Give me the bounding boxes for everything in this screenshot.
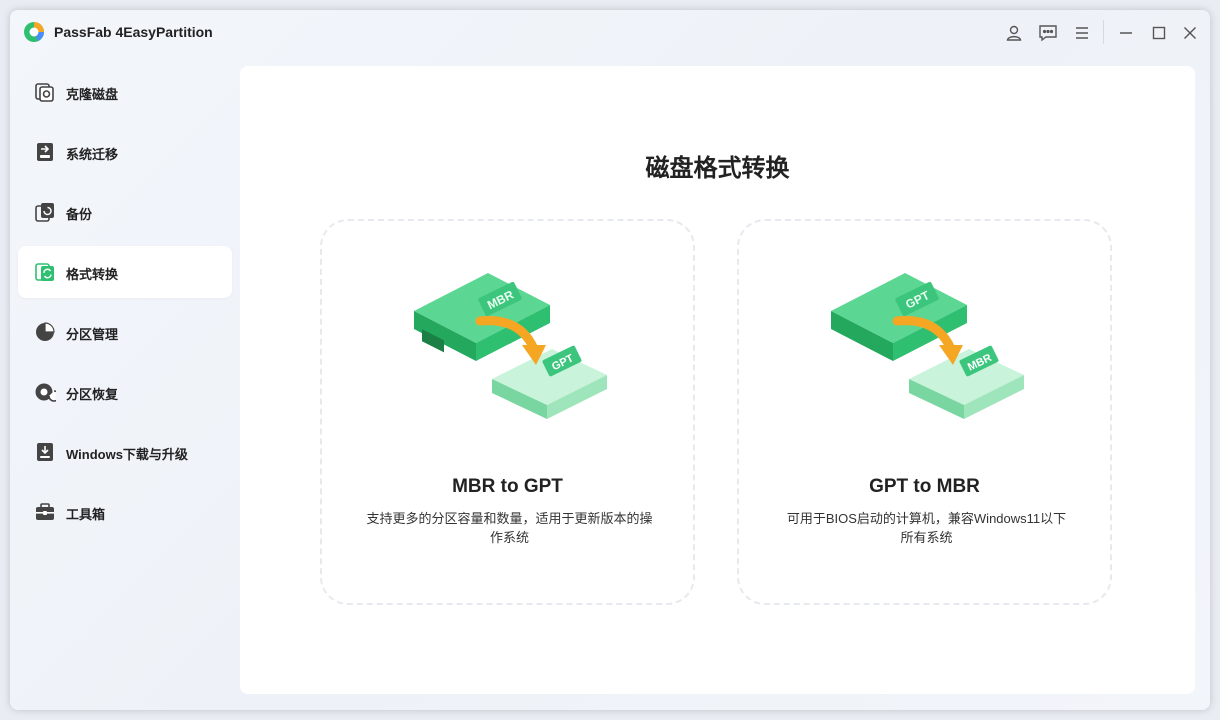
system-migration-icon [37, 143, 53, 161]
main-panel: 磁盘格式转换 MBR GPT MBR to GPT 支持更多的分区容量和数量，适… [240, 66, 1195, 694]
clone-disk-icon [35, 83, 54, 102]
sidebar-item-partition-recovery[interactable]: 分区恢复 [18, 366, 232, 418]
card-title: MBR to GPT [452, 476, 563, 497]
sidebar-item-system-migration[interactable]: 系统迁移 [18, 126, 232, 178]
card-description-line: 作系统 [489, 530, 529, 545]
toolbox-icon [36, 503, 54, 520]
sidebar-item-clone-disk[interactable]: 克隆磁盘 [18, 66, 232, 118]
sidebar-item-label: 工具箱 [66, 507, 106, 522]
app-logo-icon [24, 22, 44, 42]
sidebar-item-label: 格式转换 [66, 267, 119, 282]
card-description-line: 可用于BIOS启动的计算机，兼容Windows11以下 [786, 511, 1067, 526]
sidebar-item-windows-download[interactable]: Windows下载与升级 [18, 426, 232, 478]
title-bar: PassFab 4EasyPartition [10, 10, 1210, 56]
sidebar-item-label: Windows下载与升级 [66, 447, 188, 462]
card-description-line: 支持更多的分区容量和数量，适用于更新版本的操 [366, 511, 653, 526]
mbr-to-gpt-illustration: MBR GPT [414, 273, 607, 419]
app-title: PassFab 4EasyPartition [54, 24, 213, 40]
menu-icon[interactable] [1070, 21, 1094, 45]
mbr-to-gpt-card[interactable]: MBR GPT MBR to GPT 支持更多的分区容量和数量，适用于更新版本的… [320, 219, 695, 605]
titlebar-divider [1103, 20, 1104, 44]
partition-manage-icon [36, 322, 55, 341]
card-title: GPT to MBR [869, 476, 980, 497]
card-description: 可用于BIOS启动的计算机，兼容Windows11以下 所有系统 [779, 509, 1074, 547]
minimize-icon[interactable] [1114, 21, 1138, 45]
close-icon[interactable] [1178, 21, 1202, 45]
page-title: 磁盘格式转换 [645, 155, 790, 182]
sidebar-item-partition-manage[interactable]: 分区管理 [18, 306, 232, 358]
sidebar-item-label: 分区管理 [66, 327, 119, 342]
sidebar-item-format-convert[interactable]: 格式转换 [18, 246, 232, 298]
feedback-icon[interactable] [1036, 21, 1060, 45]
gpt-to-mbr-illustration: GPT MBR [831, 273, 1024, 419]
partition-recovery-icon [35, 383, 56, 402]
maximize-icon[interactable] [1147, 21, 1171, 45]
sidebar-item-toolbox[interactable]: 工具箱 [18, 486, 232, 538]
sidebar-item-label: 备份 [66, 207, 93, 222]
user-icon[interactable] [1002, 21, 1026, 45]
windows-download-icon [37, 443, 53, 461]
app-window: PassFab 4EasyPartition 克隆磁盘 系统迁移 备份 格式转换… [10, 10, 1210, 710]
sidebar-item-label: 系统迁移 [66, 147, 119, 162]
backup-icon [35, 203, 54, 222]
sidebar-item-backup[interactable]: 备份 [18, 186, 232, 238]
card-description: 支持更多的分区容量和数量，适用于更新版本的操 作系统 [362, 509, 657, 547]
gpt-to-mbr-card[interactable]: GPT MBR GPT to MBR 可用于BIOS启动的计算机，兼容Windo… [737, 219, 1112, 605]
sidebar-item-label: 克隆磁盘 [66, 87, 119, 102]
card-description-line: 所有系统 [900, 530, 953, 545]
sidebar-item-label: 分区恢复 [66, 387, 119, 402]
format-convert-icon [35, 263, 54, 281]
